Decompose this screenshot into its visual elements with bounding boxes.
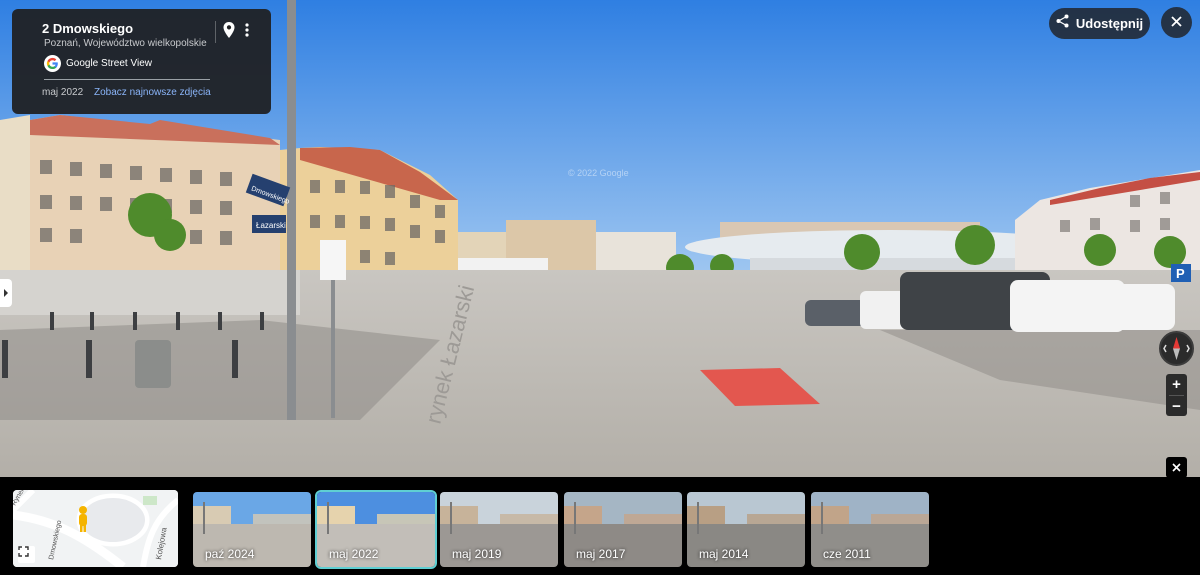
thumbnail-date: maj 2019 — [452, 547, 502, 561]
share-icon — [1056, 14, 1069, 33]
share-button[interactable]: Udostępnij — [1049, 8, 1150, 39]
chevron-right-icon — [3, 284, 9, 302]
filmstrip-thumbnail[interactable]: maj 2019 — [440, 492, 558, 567]
thumbnail-date: cze 2011 — [823, 547, 871, 561]
divider — [44, 79, 210, 80]
share-label: Udostępnij — [1075, 16, 1144, 31]
newest-images-link[interactable]: Zobacz najnowsze zdjęcia — [94, 87, 211, 98]
close-filmstrip-button[interactable] — [1166, 457, 1187, 478]
location-info-card: 2 Dmowskiego Poznań, Województwo wielkop… — [12, 9, 271, 114]
copyright-watermark: © 2022 Google — [568, 168, 629, 178]
filmstrip-thumbnail[interactable]: maj 2014 — [687, 492, 805, 567]
zoom-out-button[interactable]: − — [1166, 396, 1187, 417]
filmstrip-thumbnail[interactable]: maj 2017 — [564, 492, 682, 567]
compass-button[interactable] — [1159, 331, 1194, 366]
mini-map[interactable]: Dmowskiego Kolejowa Rynek — [13, 490, 178, 567]
zoom-in-button[interactable]: + — [1166, 374, 1187, 395]
map-pin-icon[interactable] — [222, 21, 236, 39]
filmstrip-thumbnail[interactable]: paź 2024 — [193, 492, 311, 567]
thumbnail-date: maj 2014 — [699, 547, 749, 561]
thumbnail-date: paź 2024 — [205, 547, 255, 561]
close-button[interactable] — [1161, 7, 1192, 38]
filmstrip-thumbnail[interactable]: maj 2022 — [315, 490, 437, 569]
thumbnail-date: maj 2017 — [576, 547, 626, 561]
filmstrip-thumbnail[interactable]: cze 2011 — [811, 492, 929, 567]
thumbnail-date: maj 2022 — [329, 547, 379, 561]
compass-icon — [1163, 337, 1190, 360]
location-subtitle: Poznań, Województwo wielkopolskie — [44, 38, 207, 49]
fullscreen-map-icon[interactable] — [18, 546, 35, 563]
zoom-controls: + − — [1166, 374, 1187, 416]
more-vert-icon[interactable] — [242, 21, 252, 39]
street-sign-text-2: Łazarski — [256, 221, 286, 230]
capture-date: maj 2022 — [42, 87, 84, 98]
close-icon — [1171, 14, 1182, 32]
brand-row: Google Street View — [44, 55, 152, 72]
time-travel-filmstrip: Dmowskiego Kolejowa Rynek paź 2024 maj 20… — [0, 477, 1200, 575]
divider — [215, 21, 216, 43]
location-title: 2 Dmowskiego — [42, 21, 134, 36]
parking-sign: P — [1176, 266, 1185, 281]
google-logo-icon — [44, 55, 61, 72]
close-icon — [1172, 459, 1181, 477]
brand-label: Google Street View — [66, 58, 152, 69]
expand-panel-button[interactable] — [0, 279, 12, 307]
